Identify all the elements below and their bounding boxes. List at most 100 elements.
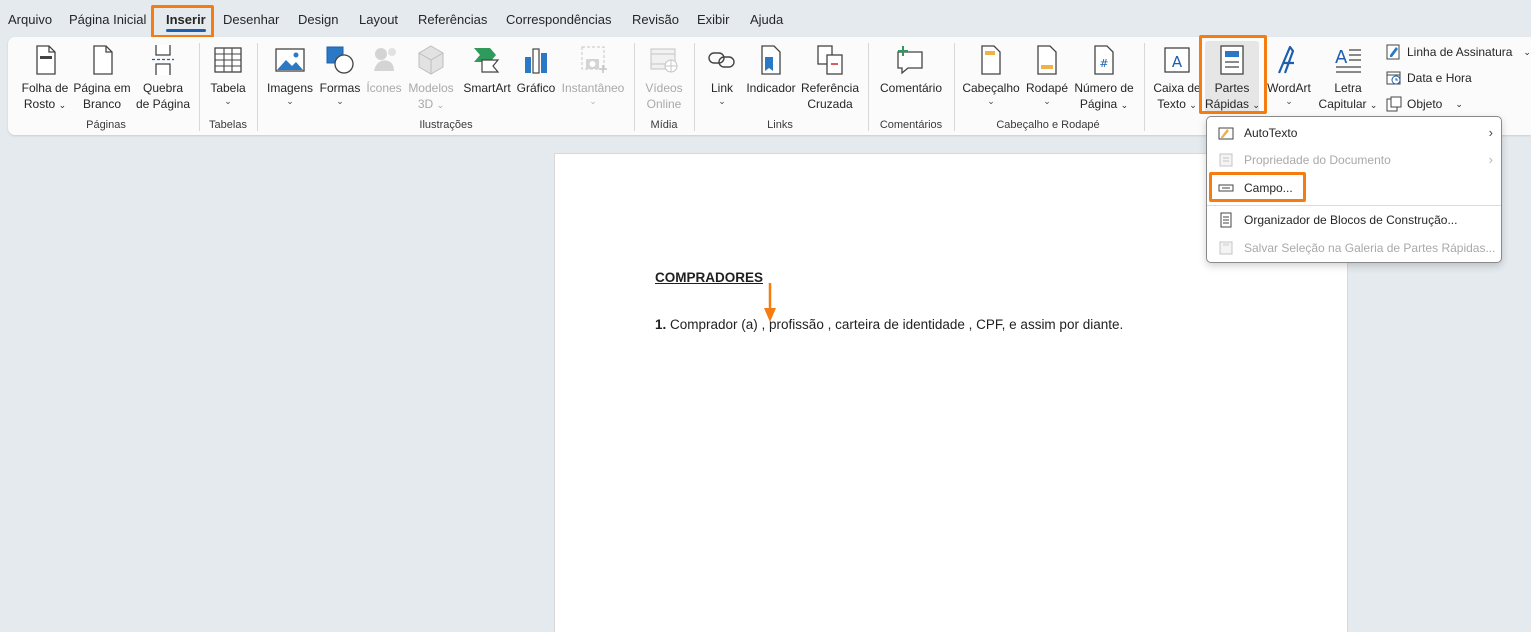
menu-item-propriedade-do-documento[interactable]: Propriedade do Documento › [1207,147,1501,173]
pagina-em-branco-label-1: Página em [73,81,131,95]
online-video-icon [650,48,678,73]
grafico-button[interactable]: Gráfico [514,43,558,96]
videos-online-button[interactable]: Vídeos Online [640,43,688,112]
imagens-button[interactable]: Imagens ⌄ [264,43,316,106]
menu-item-salvar-selecao[interactable]: Salvar Seleção na Galeria de Partes Rápi… [1207,235,1501,261]
chevron-down-icon: ⌄ [1285,96,1293,106]
partes-rapidas-label-2: Rápidas [1205,97,1250,111]
menu-item-autotexto[interactable]: AutoTexto › [1207,120,1501,146]
chevron-down-icon: ⌄ [224,96,232,106]
cabecalho-button[interactable]: Cabeçalho ⌄ [960,43,1022,106]
tab-correspondencias[interactable]: Correspondências [506,12,612,27]
videos-online-label-2: Online [646,97,682,111]
icones-button[interactable]: Ícones [364,43,404,96]
folha-de-rosto-label-2: Rosto [23,97,56,111]
chevron-down-icon: ⌄ [1455,98,1463,109]
chevron-down-icon: ⌄ [987,96,995,106]
tabela-button[interactable]: Tabela ⌄ [204,43,252,106]
smartart-button[interactable]: SmartArt [460,43,514,96]
smartart-label: SmartArt [463,81,511,95]
tab-arquivo[interactable]: Arquivo [8,12,52,27]
linha-de-assinatura-button[interactable]: Linha de Assinatura ⌄ [1386,44,1531,60]
chevron-down-icon: ⌄ [286,96,294,106]
tab-pagina-inicial[interactable]: Página Inicial [69,12,146,27]
quick-parts-icon [1220,45,1244,75]
link-icon [708,52,735,68]
3d-model-icon [418,45,444,75]
menu-item-label: Campo... [1244,181,1293,195]
page-number-icon: # [1094,45,1114,75]
tab-ajuda[interactable]: Ajuda [750,12,783,27]
chevron-down-icon: ⌄ [1523,46,1531,57]
paragraph-text: Comprador (a) , profissão , carteira de … [666,317,1124,332]
chevron-down-icon: ⌄ [718,96,726,106]
formas-button[interactable]: Formas ⌄ [316,43,364,106]
caixa-de-texto-label-2: Texto [1157,97,1186,111]
objeto-button[interactable]: Objeto ⌄ [1386,96,1463,112]
menu-item-label: Salvar Seleção na Galeria de Partes Rápi… [1244,241,1496,255]
autotext-icon [1218,127,1234,140]
group-midia-label: Mídia [650,119,678,131]
imagens-label: Imagens [266,81,314,95]
group-links-label: Links [767,119,793,131]
grafico-label: Gráfico [516,81,556,95]
caixa-de-texto-button[interactable]: A Caixa de Texto ⌄ [1150,43,1204,113]
chevron-down-icon: ⌄ [1252,100,1260,110]
data-e-hora-button[interactable]: Data e Hora [1386,70,1472,86]
numero-de-pagina-button[interactable]: # Número de Página ⌄ [1072,43,1136,113]
picture-icon [275,48,305,72]
numero-de-pagina-label-2: Página [1079,97,1118,111]
group-divider [954,43,955,131]
linha-de-assinatura-label: Linha de Assinatura [1407,45,1513,59]
paragraph-number: 1. [655,317,667,332]
chevron-down-icon: ⌄ [1120,100,1129,110]
group-ilustracoes-label: Ilustrações [419,119,473,131]
tab-desenhar[interactable]: Desenhar [223,12,279,27]
rodape-button[interactable]: Rodapé ⌄ [1022,43,1072,106]
icones-label: Ícones [366,81,402,95]
quebra-de-pagina-button[interactable]: Quebra de Página [134,43,192,112]
instantaneo-label: Instantâneo [561,81,625,95]
screenshot-icon [581,46,607,73]
tab-revisao[interactable]: Revisão [632,12,679,27]
partes-rapidas-button[interactable]: Partes Rápidas ⌄ [1205,41,1260,113]
referencia-cruzada-button[interactable]: Referência Cruzada [800,43,860,112]
cabecalho-label: Cabeçalho [962,81,1020,95]
chevron-right-icon: › [1488,125,1493,140]
indicador-button[interactable]: Indicador [744,43,798,96]
shapes-icon [326,46,354,74]
menu-item-organizador-de-blocos[interactable]: Organizador de Blocos de Construção... [1207,207,1501,233]
header-icon [981,45,1001,75]
comentario-button[interactable]: Comentário [874,43,948,96]
tabela-label: Tabela [210,81,246,95]
document-property-icon [1219,153,1233,167]
letra-capitular-button[interactable]: A Letra Capitular ⌄ [1316,43,1380,113]
modelos-3d-button[interactable]: Modelos 3D ⌄ [406,43,456,113]
partes-rapidas-label-1: Partes [1214,81,1250,95]
group-cabecalho-rodape-label: Cabeçalho e Rodapé [996,119,1100,131]
document-heading: COMPRADORES [655,270,764,285]
comentario-label: Comentário [879,81,943,95]
link-label: Link [710,81,733,95]
object-icon [1386,96,1402,112]
pagina-em-branco-button[interactable]: Página em Branco [72,43,132,112]
tab-inserir[interactable]: Inserir [166,12,206,32]
folha-de-rosto-button[interactable]: Folha de Rosto ⌄ [18,43,72,113]
wordart-button[interactable]: WordArt ⌄ [1262,43,1316,106]
chevron-down-icon: ⌄ [1043,96,1051,106]
instantaneo-button[interactable]: Instantâneo ⌄ [560,43,626,106]
letra-capitular-label-1: Letra [1334,81,1362,95]
cross-reference-icon [817,45,843,75]
tab-exibir[interactable]: Exibir [697,12,730,27]
quebra-de-pagina-label-1: Quebra [142,81,184,95]
tab-design[interactable]: Design [298,12,338,27]
rodape-label: Rodapé [1025,81,1069,95]
referencia-cruzada-label-1: Referência [800,81,860,95]
tab-referencias[interactable]: Referências [418,12,487,27]
menu-item-campo[interactable]: Campo... [1207,175,1501,201]
menu-divider [1207,205,1501,206]
data-e-hora-label: Data e Hora [1407,71,1472,85]
tab-layout[interactable]: Layout [359,12,398,27]
link-button[interactable]: Link ⌄ [700,43,744,106]
group-divider [199,43,200,131]
